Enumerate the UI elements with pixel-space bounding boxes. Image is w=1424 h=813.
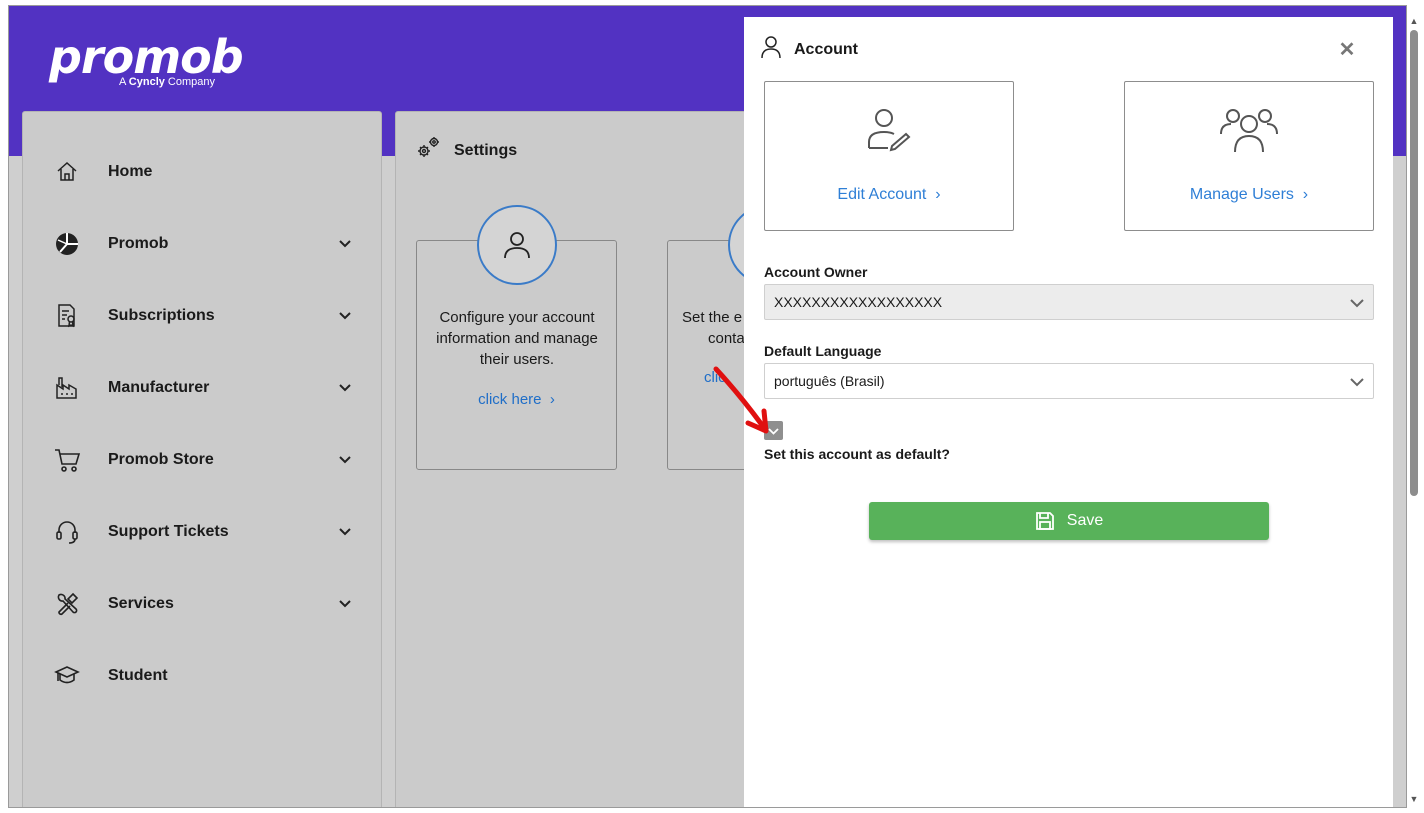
- home-icon: [53, 158, 81, 186]
- save-button[interactable]: Save: [869, 502, 1269, 540]
- sidebar-item-label: Promob Store: [108, 451, 214, 468]
- chevron-down-icon: [339, 312, 351, 320]
- sidebar: Home Promob Subscriptions Manufacturer P…: [22, 111, 382, 807]
- logo-tagline: A Cyncly Company: [119, 76, 216, 88]
- annotation-arrow-icon: [713, 366, 769, 434]
- close-icon[interactable]: ✕: [1338, 40, 1356, 60]
- chevron-down-icon: [339, 384, 351, 392]
- manage-users-label: Manage Users ›: [1189, 186, 1309, 203]
- factory-icon: [53, 374, 81, 402]
- settings-card-account: Configure your account information and m…: [416, 205, 617, 470]
- account-owner-value: XXXXXXXXXXXXXXXXXX: [774, 294, 943, 310]
- default-language-select[interactable]: português (Brasil): [764, 363, 1374, 399]
- sidebar-item-student[interactable]: Student: [23, 656, 381, 696]
- chevron-down-icon: [339, 528, 351, 536]
- sidebar-item-label: Promob: [108, 235, 169, 252]
- scroll-up-icon[interactable]: ▲: [1409, 16, 1419, 26]
- sidebar-item-promob[interactable]: Promob: [23, 224, 381, 264]
- cart-icon: [53, 446, 81, 474]
- edit-account-tile[interactable]: Edit Account ›: [764, 81, 1014, 231]
- scroll-down-icon[interactable]: ▼: [1409, 794, 1419, 804]
- sidebar-item-manufacturer[interactable]: Manufacturer: [23, 368, 381, 408]
- promob-logo[interactable]: promob A Cyncly Company: [49, 30, 244, 88]
- chevron-down-icon: [1350, 378, 1364, 387]
- tools-icon: [53, 590, 81, 618]
- sidebar-item-label: Student: [108, 667, 168, 684]
- sidebar-item-home[interactable]: Home: [23, 152, 381, 192]
- sidebar-item-label: Home: [108, 163, 153, 180]
- default-language-value: português (Brasil): [774, 373, 885, 389]
- sidebar-item-support-tickets[interactable]: Support Tickets: [23, 512, 381, 552]
- account-owner-select[interactable]: XXXXXXXXXXXXXXXXXX: [764, 284, 1374, 320]
- account-modal: Account ✕ Edit Account › Manage Users › …: [744, 17, 1393, 807]
- sidebar-item-label: Subscriptions: [108, 307, 215, 324]
- sidebar-item-label: Manufacturer: [108, 379, 210, 396]
- chevron-down-icon: [339, 456, 351, 464]
- settings-title: Settings: [454, 142, 518, 159]
- sidebar-item-label: Support Tickets: [108, 523, 229, 540]
- subscription-certificate-icon: [53, 302, 81, 330]
- sidebar-item-label: Services: [108, 595, 174, 612]
- floppy-disk-icon: [1035, 512, 1054, 530]
- default-language-label: Default Language: [764, 343, 882, 359]
- modal-title: Account: [794, 41, 858, 58]
- chevron-down-icon: [1350, 299, 1364, 308]
- app-window: promob A Cyncly Company Home Promob Subs…: [8, 5, 1407, 808]
- sidebar-item-subscriptions[interactable]: Subscriptions: [23, 296, 381, 336]
- card-description: Configure your account information and m…: [436, 309, 598, 368]
- promob-logo-icon: [53, 230, 81, 258]
- scrollbar[interactable]: ▲ ▼: [1407, 16, 1421, 806]
- default-account-checkbox-label: Set this account as default?: [764, 446, 950, 462]
- user-edit-icon: [765, 104, 1013, 160]
- user-icon: [761, 36, 781, 59]
- card-link[interactable]: click here ›: [417, 391, 616, 408]
- headset-icon: [53, 518, 81, 546]
- graduation-cap-icon: [53, 662, 81, 690]
- logo-wordmark: promob: [49, 30, 244, 84]
- scrollbar-thumb[interactable]: [1410, 30, 1418, 496]
- save-button-label: Save: [1066, 512, 1104, 529]
- settings-panel: Settings Configure your account informat…: [395, 111, 868, 807]
- sidebar-item-promob-store[interactable]: Promob Store: [23, 440, 381, 480]
- gears-icon: [418, 137, 439, 157]
- edit-account-label: Edit Account ›: [837, 186, 941, 203]
- chevron-down-icon: [339, 240, 351, 248]
- users-group-icon: [1125, 104, 1373, 160]
- sidebar-item-services[interactable]: Services: [23, 584, 381, 624]
- account-owner-label: Account Owner: [764, 264, 868, 280]
- user-icon: [477, 205, 557, 285]
- manage-users-tile[interactable]: Manage Users ›: [1124, 81, 1374, 231]
- chevron-down-icon: [339, 600, 351, 608]
